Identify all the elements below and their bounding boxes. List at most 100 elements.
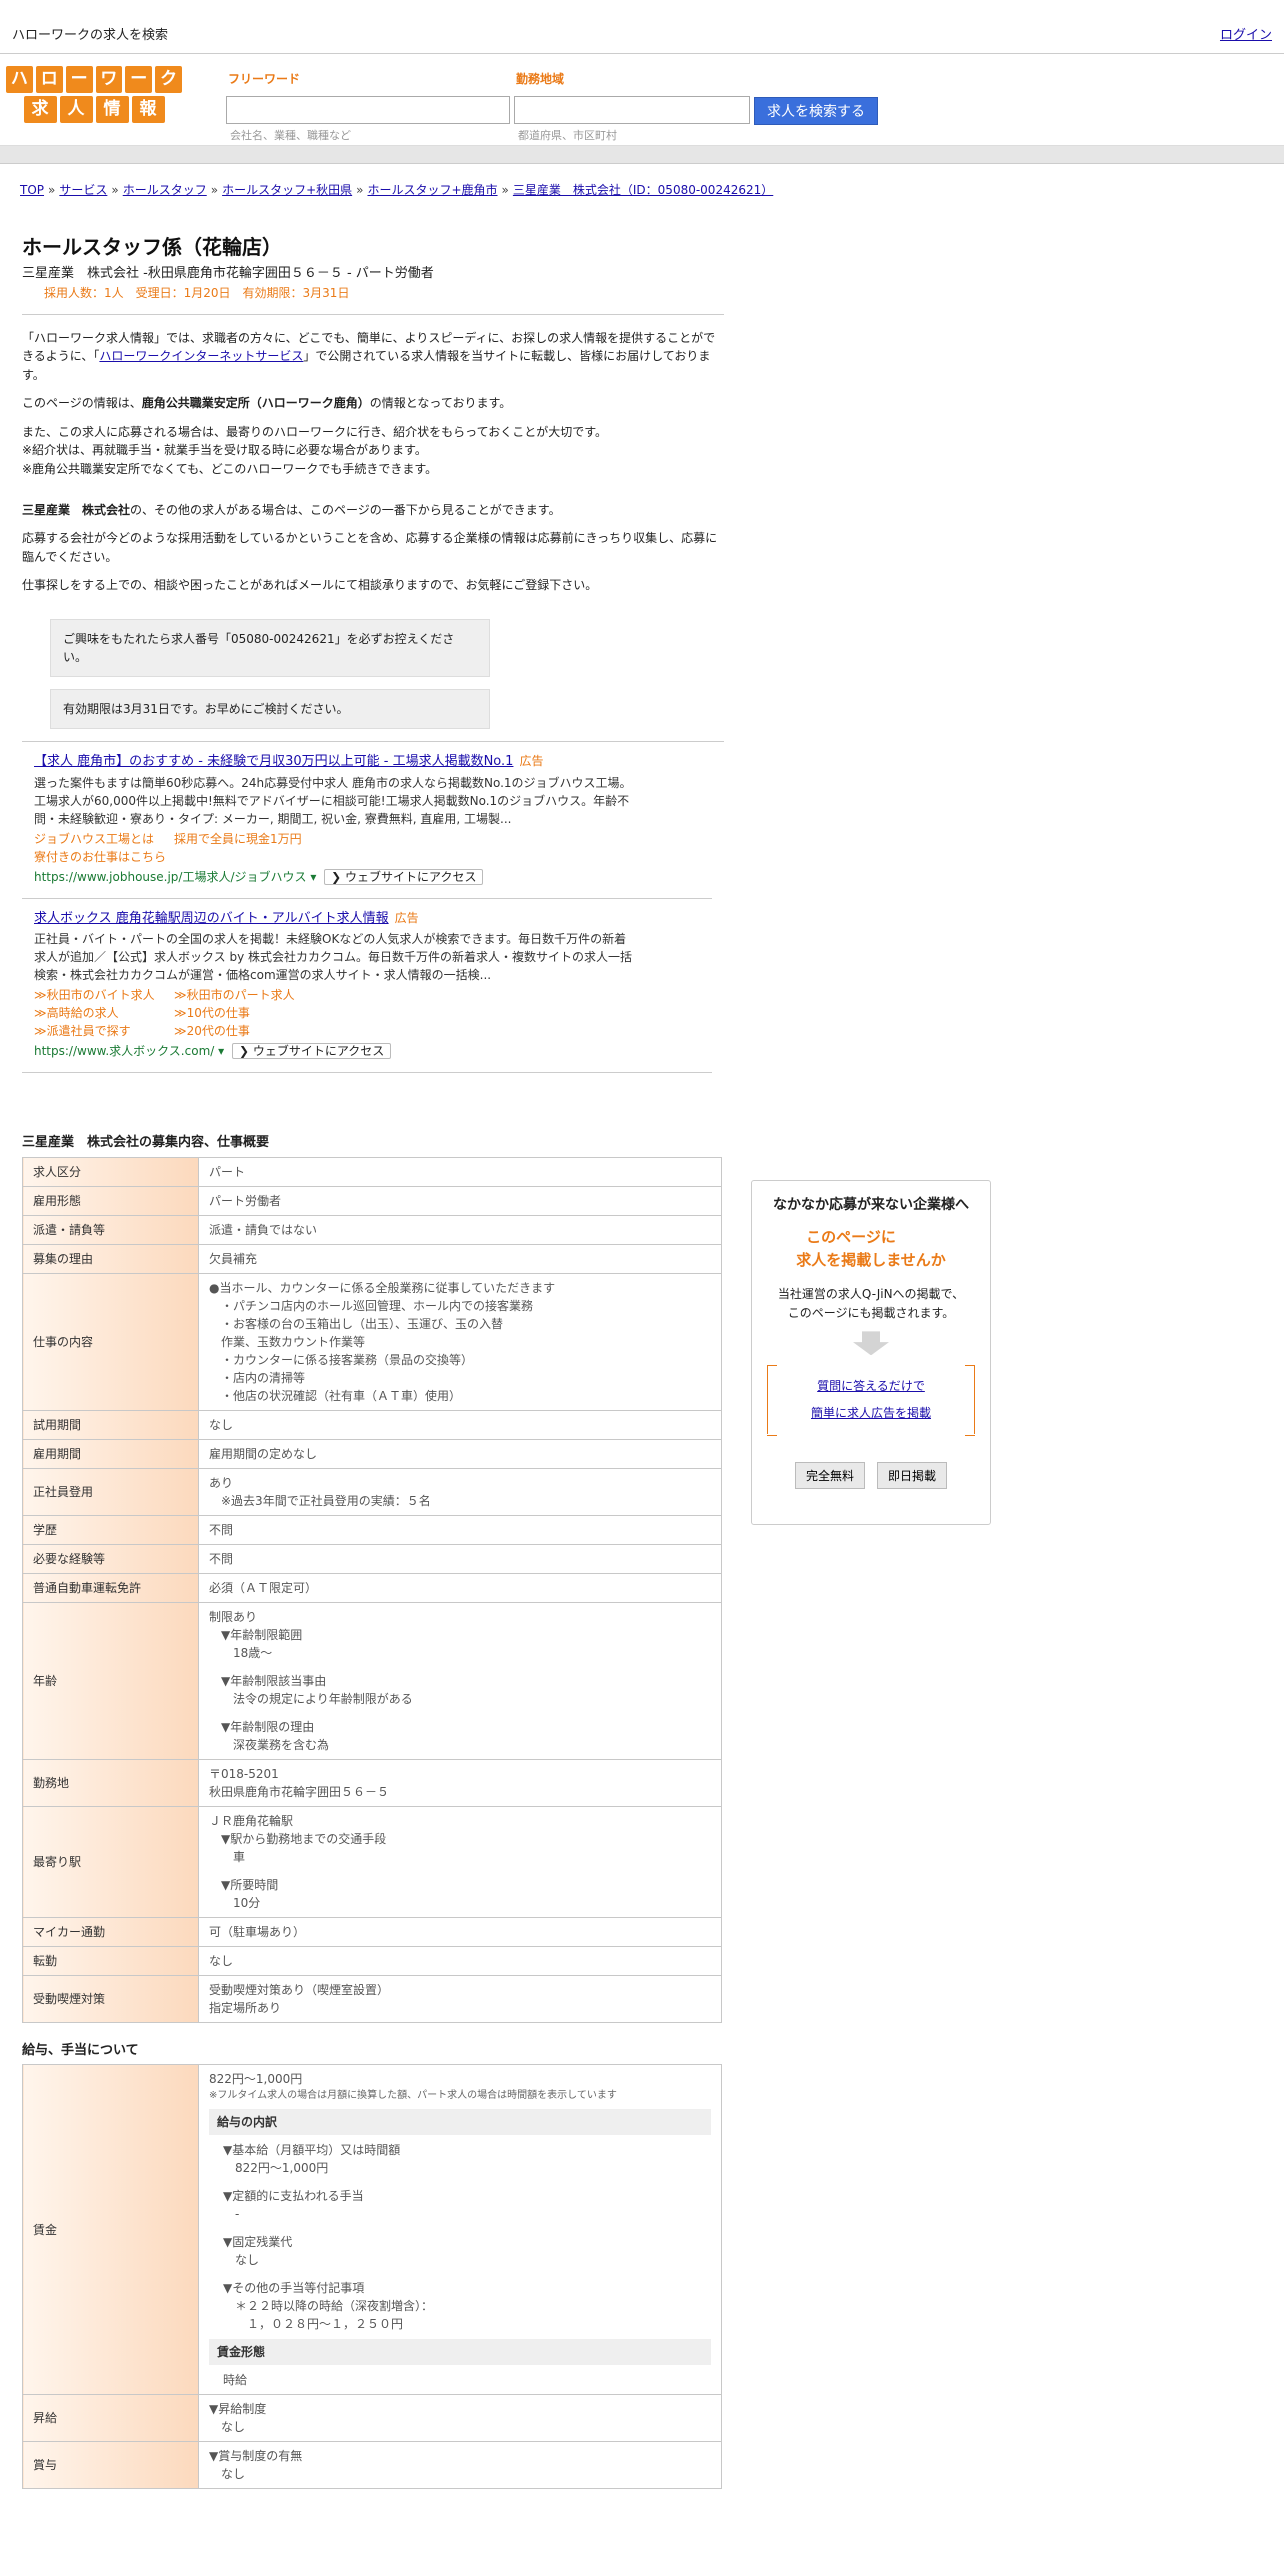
- ad-url[interactable]: https://www.jobhouse.jp/工場求人/ジョブハウス: [34, 870, 307, 884]
- ad-sublink[interactable]: ≫10代の仕事: [174, 1004, 314, 1022]
- bonus-key: 賞与: [22, 2441, 199, 2490]
- breadcrumb-link[interactable]: ホールスタッフ+秋田県: [222, 183, 352, 197]
- same-day-button[interactable]: 即日掲載: [877, 1462, 948, 1490]
- intro-text: ※紹介状は、再就職手当・就業手当を受け取る時に必要な場合があります。: [22, 443, 427, 458]
- breadcrumb-separator: »: [48, 183, 56, 197]
- desc-line: このページにも掲載されます。: [787, 1306, 955, 1321]
- ad-title-link[interactable]: 【求人 鹿角市】のおすすめ - 未経験で月収30万円以上可能 - 工場求人掲載数…: [34, 754, 513, 769]
- hellowork-internet-link[interactable]: ハローワークインターネットサービス: [99, 349, 303, 363]
- field-label: 試用期間: [22, 1409, 199, 1440]
- cell-line: なし: [209, 1953, 234, 1968]
- intro-text: の情報となっております。: [369, 396, 512, 411]
- cell-line: なし: [209, 2420, 246, 2435]
- company-name: 三星産業 株式会社: [22, 502, 131, 517]
- advertise-link-2[interactable]: 簡単に求人広告を掲載: [811, 1406, 931, 1420]
- field-label: 雇用期間: [22, 1438, 199, 1469]
- free-button[interactable]: 完全無料: [794, 1462, 865, 1490]
- cell-line: ・パチンコ店内のホール巡回管理、ホール内での接客業務: [209, 1298, 534, 1313]
- visit-website-button[interactable]: ❯ ウェブサイトにアクセス: [231, 1043, 392, 1060]
- cell-line: 不問: [209, 1522, 234, 1537]
- cell-line: 指定場所あり: [209, 2000, 282, 2015]
- freeword-input[interactable]: [226, 96, 510, 124]
- intro-text: また、この求人に応募される場合は、最寄りのハローワークに行き、紹介状をもらってお…: [22, 424, 608, 439]
- cell-line: 10分: [209, 1895, 261, 1910]
- table-row: 試用期間 なし: [22, 1409, 722, 1440]
- visit-website-button[interactable]: ❯ ウェブサイトにアクセス: [324, 868, 484, 885]
- table-row: 必要な経験等 不問: [22, 1543, 722, 1574]
- ads-section: 【求人 鹿角市】のおすすめ - 未経験で月収30万円以上可能 - 工場求人掲載数…: [22, 741, 724, 1074]
- cell-line: ▼その他の手当等付記事項: [223, 2281, 365, 2296]
- ad-url[interactable]: https://www.求人ボックス.com/: [34, 1044, 214, 1058]
- advertise-links: 質問に答えるだけで 簡単に求人広告を掲載: [767, 1365, 975, 1436]
- search-button[interactable]: 求人を検索する: [754, 97, 878, 125]
- cell-line: 18歳～: [209, 1645, 273, 1660]
- ad-sublink[interactable]: ≫秋田市のパート求人: [174, 986, 314, 1004]
- deadline-note: 有効期限は3月31日です。お早めにご検討ください。: [50, 689, 490, 730]
- ad-sublink[interactable]: ≫秋田市のバイト求人: [34, 986, 174, 1004]
- cell-line: 822円〜1,000円: [223, 2161, 329, 2176]
- field-label: 仕事の内容: [22, 1272, 199, 1411]
- logo-char: ー: [65, 66, 93, 93]
- field-value: パート労働者: [198, 1185, 722, 1216]
- breadcrumb-separator: »: [501, 183, 509, 197]
- ad-sublink[interactable]: ジョブハウス工場とは: [34, 830, 174, 848]
- cell-line: 必須（ＡＴ限定可）: [209, 1580, 318, 1595]
- field-label: 募集の理由: [22, 1243, 199, 1274]
- cell-line: ▼年齢制限範囲: [209, 1627, 303, 1642]
- logo-char: ロ: [35, 66, 63, 93]
- field-value: ＪＲ鹿角花輪駅 ▼駅から勤務地までの交通手段 車 ▼所要時間 10分: [198, 1805, 722, 1918]
- site-title[interactable]: ハローワークの求人を検索: [12, 26, 168, 46]
- cell-line: 雇用期間の定めなし: [209, 1446, 318, 1461]
- logo-char: ハ: [6, 66, 33, 93]
- breadcrumb-link[interactable]: サービス: [59, 183, 107, 197]
- salary-key: 賃金: [22, 2064, 199, 2396]
- ad-sublink[interactable]: ≫高時給の求人: [34, 1004, 174, 1022]
- logo-char: 情: [95, 96, 129, 123]
- table-row: 転勤 なし: [22, 1945, 722, 1976]
- hellowork-logo[interactable]: ハローワーク 求人情報: [6, 66, 182, 126]
- breadcrumb-link[interactable]: 三星産業 株式会社（ID：05080-00242621）: [513, 183, 773, 197]
- intro-text: このページの情報は、: [22, 396, 142, 411]
- logo-char: 人: [59, 96, 93, 123]
- area-input[interactable]: [514, 96, 750, 124]
- cell-line: 法令の規定により年齢制限がある: [209, 1691, 413, 1706]
- ad-url-row: https://www.求人ボックス.com/ ▾ ❯ ウェブサイトにアクセス: [34, 1042, 700, 1060]
- table-row: 雇用期間 雇用期間の定めなし: [22, 1438, 722, 1469]
- breadcrumb-separator: »: [356, 183, 364, 197]
- field-value: 不問: [198, 1543, 722, 1574]
- ad-item: 求人ボックス 鹿角花輪駅周辺のバイト・アルバイト求人情報 広告 正社員・バイト・パー…: [22, 899, 712, 1074]
- advertise-heading: なかなか応募が来ない企業様へ: [773, 1197, 969, 1213]
- breadcrumb-link[interactable]: ホールスタッフ+鹿角市: [367, 183, 497, 197]
- ad-sublinks: ジョブハウス工場とは 採用で全員に現金1万円 寮付きのお仕事はこちら: [34, 830, 700, 866]
- table-row: 募集の理由 欠員補充: [22, 1243, 722, 1274]
- header-band: [0, 146, 1284, 164]
- cell-line: ▼賞与制度の有無: [209, 2449, 303, 2464]
- top-bar: ハローワークの求人を検索 ログイン: [0, 0, 1284, 54]
- job-number-note: ご興味をもたれたら求人番号「05080-00242621」を必ずお控えください。: [50, 619, 490, 678]
- login-link[interactable]: ログイン: [1220, 26, 1272, 46]
- field-value: 必須（ＡＴ限定可）: [198, 1572, 722, 1603]
- ad-title-link[interactable]: 求人ボックス 鹿角花輪駅周辺のバイト・アルバイト求人情報: [34, 911, 389, 926]
- breadcrumb-link[interactable]: TOP: [20, 183, 44, 197]
- cell-line: 欠員補充: [209, 1251, 258, 1266]
- logo-char: ク: [155, 66, 182, 93]
- cell-line: ▼基本給（月額平均）又は時間額: [223, 2143, 401, 2158]
- ad-sublink[interactable]: 採用で全員に現金1万円: [174, 830, 314, 848]
- ad-sublink[interactable]: 寮付きのお仕事はこちら: [34, 848, 174, 866]
- ad-sublinks: ≫秋田市のバイト求人 ≫秋田市のパート求人 ≫高時給の求人 ≫10代の仕事 ≫派遣社員で…: [34, 986, 700, 1040]
- advertise-link-1[interactable]: 質問に答えるだけで: [817, 1379, 925, 1393]
- breadcrumb-link[interactable]: ホールスタッフ: [123, 183, 207, 197]
- advertise-buttons: 完全無料 即日掲載: [752, 1462, 990, 1490]
- ad-sublink[interactable]: ≫派遣社員で探す: [34, 1022, 174, 1040]
- cell-line: ＊２２時以降の時給（深夜割増含）：: [223, 2299, 434, 2314]
- table-row: 正社員登用 あり ※過去3年間で正社員登用の実績：５名: [22, 1467, 722, 1516]
- ad-sublink[interactable]: ≫20代の仕事: [174, 1022, 314, 1040]
- raise-key: 昇給: [22, 2394, 199, 2443]
- breakdown-list: ▼基本給（月額平均）又は時間額 822円〜1,000円 ▼定額的に支払われる手当 …: [209, 2141, 711, 2333]
- field-value: あり ※過去3年間で正社員登用の実績：５名: [198, 1467, 722, 1516]
- ad-url-row: https://www.jobhouse.jp/工場求人/ジョブハウス ▾ ❯ …: [34, 868, 700, 886]
- cell-line: ・お客様の台の玉箱出し（出玉）、玉運び、玉の入替: [209, 1316, 504, 1331]
- field-value: ●当ホール、カウンターに係る全般業務に従事していただきます ・パチンコ店内のホー…: [198, 1272, 722, 1411]
